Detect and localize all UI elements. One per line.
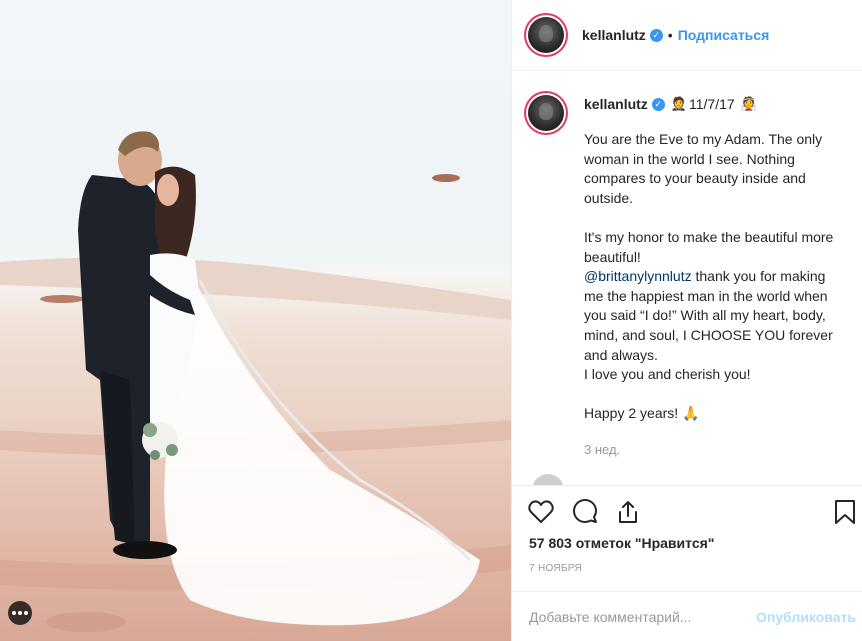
bookmark-icon[interactable]	[829, 496, 861, 528]
wedding-beach-image	[0, 131, 511, 632]
bride-emoji-icon: 👰	[740, 96, 757, 111]
caption-row: kellanlutz ✓ 🤵 11/7/17 👰 You are the Eve…	[512, 72, 862, 457]
commenter-avatar[interactable]	[532, 474, 564, 485]
caption-text-part2: thank you for making me the happiest man…	[584, 268, 833, 422]
heart-icon[interactable]	[525, 496, 557, 528]
action-bar	[512, 485, 862, 540]
avatar[interactable]	[528, 17, 564, 53]
caption-body: kellanlutz ✓ 🤵 11/7/17 👰 You are the Eve…	[584, 91, 847, 457]
follow-button[interactable]: Подписаться	[678, 27, 770, 43]
separator-dot: •	[667, 27, 673, 43]
add-comment-section: Опубликовать	[512, 591, 862, 641]
caption-header: kellanlutz ✓ 🤵 11/7/17 👰	[584, 91, 847, 117]
post-photo[interactable]	[0, 0, 511, 641]
comment-input[interactable]	[529, 608, 749, 625]
groom-emoji-icon: 🤵	[670, 96, 687, 111]
share-icon[interactable]	[612, 496, 644, 528]
caption-scroll-area[interactable]: kellanlutz ✓ 🤵 11/7/17 👰 You are the Eve…	[512, 72, 862, 485]
header-username[interactable]: kellanlutz	[582, 27, 646, 43]
more-media-dots-icon[interactable]	[8, 601, 32, 625]
verified-badge-icon: ✓	[651, 97, 665, 111]
caption-text-part1: You are the Eve to my Adam. The only wom…	[584, 131, 834, 265]
caption-date: 11/7/17	[688, 96, 735, 112]
comment-icon[interactable]	[569, 496, 601, 528]
caption-text: You are the Eve to my Adam. The only wom…	[584, 130, 847, 424]
publish-button[interactable]: Опубликовать	[756, 609, 856, 625]
mention-link[interactable]: @brittanylynnlutz	[584, 268, 692, 284]
caption-avatar[interactable]	[528, 95, 564, 131]
post-side-panel: kellanlutz ✓ • Подписаться kellanlutz ✓ …	[511, 0, 862, 641]
verified-badge-icon: ✓	[649, 28, 663, 42]
next-comment-partial	[532, 474, 768, 485]
caption-username[interactable]: kellanlutz	[584, 96, 648, 112]
likes-count[interactable]: 57 803 отметок "Нравится"	[529, 535, 714, 551]
caption-time-ago: 3 нед.	[584, 441, 621, 457]
post-header: kellanlutz ✓ • Подписаться	[512, 0, 862, 71]
post-date[interactable]: 7 НОЯБРЯ	[529, 563, 582, 574]
